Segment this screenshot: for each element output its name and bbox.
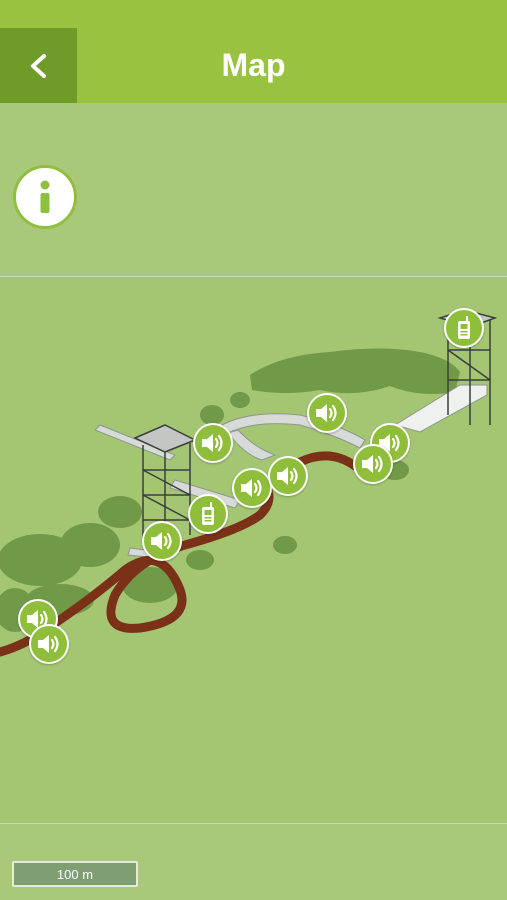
chevron-left-icon [30, 53, 46, 78]
walkie-talkie-icon [199, 501, 217, 527]
speaker-icon [36, 633, 62, 655]
scale-bar: 100 m [12, 861, 138, 887]
radio-point-marker[interactable] [444, 308, 484, 348]
audio-point-marker[interactable] [142, 521, 182, 561]
speaker-icon [360, 453, 386, 475]
trail-map [0, 309, 498, 657]
info-button[interactable] [13, 165, 77, 229]
walkie-talkie-icon [455, 315, 473, 341]
audio-point-marker[interactable] [193, 423, 233, 463]
speaker-icon [275, 465, 301, 487]
speaker-icon [314, 402, 340, 424]
speaker-icon [200, 432, 226, 454]
audio-point-marker[interactable] [353, 444, 393, 484]
audio-point-marker[interactable] [307, 393, 347, 433]
audio-point-marker[interactable] [268, 456, 308, 496]
speaker-icon [239, 477, 265, 499]
audio-point-marker[interactable] [232, 468, 272, 508]
speaker-icon [149, 530, 175, 552]
audio-point-marker[interactable] [29, 624, 69, 664]
back-button[interactable] [0, 28, 77, 103]
radio-point-marker[interactable] [188, 494, 228, 534]
info-icon [40, 180, 50, 213]
forest-area [0, 348, 460, 632]
